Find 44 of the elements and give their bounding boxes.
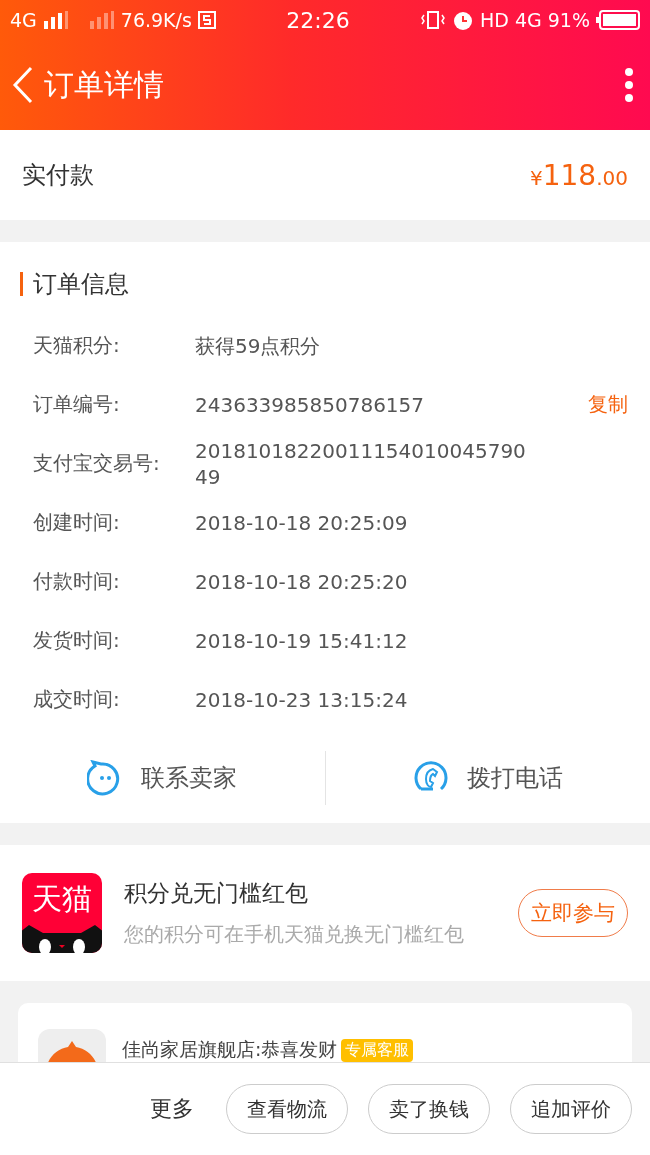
signal-icon (42, 11, 69, 29)
battery-icon (596, 10, 640, 30)
shop-name: 佳尚家居旗舰店:恭喜发财 (122, 1037, 338, 1062)
battery-percent: 91% (547, 9, 590, 31)
clock: 22:26 (286, 7, 350, 33)
network-speed: 76.9K/s (120, 9, 192, 31)
field-label: 成交时间: (33, 686, 121, 713)
network-label: 4G (514, 9, 542, 31)
chat-card[interactable]: 佳尚家居旗舰店:恭喜发财 专属客服 (18, 1003, 632, 1062)
field-label: 创建时间: (33, 509, 121, 536)
field-value: 243633985850786157 (195, 391, 426, 418)
notification-icon (197, 11, 216, 29)
app-logo: 天猫 (22, 873, 102, 953)
field-label: 付款时间: (33, 568, 121, 595)
signal-icon (88, 11, 115, 29)
field-label: 发货时间: (33, 627, 121, 654)
more-icon[interactable] (624, 68, 634, 102)
payment-label: 实付款 (22, 160, 94, 191)
field-label: 天猫积分: (33, 332, 121, 359)
payment-amount: ¥118.00 (530, 158, 628, 192)
alarm-icon (452, 9, 474, 31)
field-label: 支付宝交易号: (33, 450, 161, 477)
contact-button[interactable]: 拨打电话 (325, 759, 650, 797)
back-icon[interactable] (12, 66, 34, 104)
service-badge: 专属客服 (341, 1038, 414, 1062)
vibrate-icon (420, 10, 446, 30)
page-title: 订单详情 (44, 65, 165, 104)
network-label: 4G (10, 9, 37, 31)
field-value: 2018101822001115401004579049 (195, 437, 527, 490)
field-value: 2018-10-23 13:15:24 (195, 686, 409, 713)
action-button[interactable]: 查看物流 (226, 1084, 348, 1134)
field-value: 获得59点积分 (195, 332, 322, 359)
action-button[interactable]: 卖了换钱 (368, 1084, 490, 1134)
section-title: 订单信息 (33, 269, 129, 300)
more-link[interactable]: 更多 (150, 1094, 194, 1124)
action-button[interactable]: 追加评价 (510, 1084, 632, 1134)
field-value: 2018-10-19 15:41:12 (195, 627, 409, 654)
field-label: 订单编号: (33, 391, 121, 418)
promo-title: 积分兑无门槛红包 (124, 879, 309, 908)
contact-button[interactable]: 联系卖家 (0, 759, 325, 797)
hd-label: HD (480, 9, 509, 31)
field-value: 2018-10-18 20:25:09 (195, 509, 409, 536)
promo-subtitle: 您的积分可在手机天猫兑换无门槛红包 (124, 921, 465, 948)
field-value: 2018-10-18 20:25:20 (195, 568, 409, 595)
